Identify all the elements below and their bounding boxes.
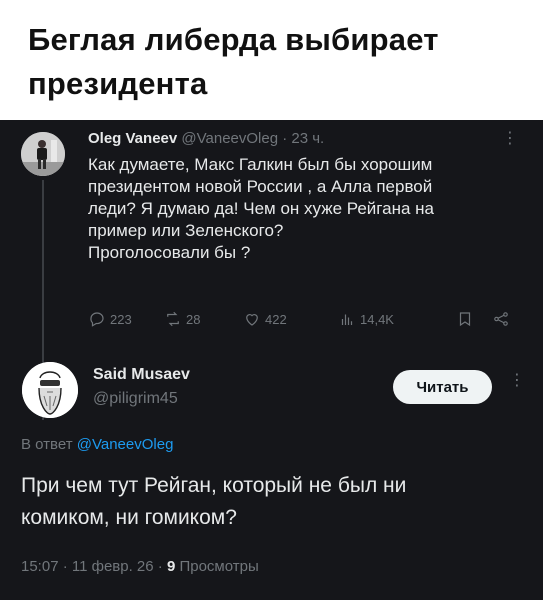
- more-options-icon[interactable]: ⋮: [502, 128, 518, 148]
- like-button[interactable]: 422: [243, 310, 287, 328]
- views-label: Просмотры: [175, 558, 259, 575]
- reply-button[interactable]: 223: [88, 310, 132, 328]
- handle-time[interactable]: @VaneevOleg · 23 ч.: [181, 130, 324, 147]
- caption-title: Беглая либерда выбирает президента: [28, 22, 439, 101]
- bookmark-icon: [459, 312, 471, 327]
- person-photo-icon: [21, 132, 65, 176]
- follow-button[interactable]: Читать: [393, 370, 492, 404]
- handle[interactable]: @piligrim45: [93, 390, 178, 408]
- more-options-icon[interactable]: ⋮: [509, 370, 525, 390]
- repost-button[interactable]: 28: [164, 310, 200, 328]
- tweet-footer: 15:07 · 11 февр. 26 · 9 Просмотры: [21, 558, 259, 575]
- reply-count: 223: [110, 311, 132, 327]
- tweet-thread: Oleg Vaneev @VaneevOleg · 23 ч. ⋮ Как ду…: [0, 120, 543, 600]
- bearded-man-avatar-icon: [22, 362, 78, 418]
- post-caption: Беглая либерда выбирает президента: [0, 0, 543, 120]
- heart-icon: [246, 314, 258, 326]
- reply-handle-link[interactable]: @VaneevOleg: [77, 436, 174, 453]
- display-name[interactable]: Said Musaev: [93, 366, 190, 384]
- repost-count: 28: [186, 311, 201, 327]
- views-count: 14,4K: [360, 311, 394, 327]
- share-icon: [494, 312, 508, 326]
- timestamp[interactable]: 15:07 · 11 февр. 26 ·: [21, 558, 167, 575]
- display-name[interactable]: Oleg Vaneev: [88, 130, 177, 147]
- reply-icon: [90, 312, 104, 327]
- avatar[interactable]: [21, 132, 65, 176]
- avatar[interactable]: [22, 362, 78, 418]
- tweet-text: Как думаете, Макс Галкин был бы хорошим …: [88, 155, 434, 262]
- reply-context: В ответ @VaneevOleg: [21, 436, 173, 453]
- repost-icon: [167, 311, 179, 327]
- analytics-icon: [341, 314, 353, 325]
- bookmark-button[interactable]: [456, 310, 474, 328]
- tweet-text: При чем тут Рейган, который не был ни ко…: [21, 474, 407, 529]
- tweet-actions: 223 28 422 14,4K: [88, 310, 518, 330]
- tweet-header: Oleg Vaneev @VaneevOleg · 23 ч.: [88, 130, 324, 147]
- share-button[interactable]: [492, 310, 510, 328]
- views-button[interactable]: 14,4K: [338, 310, 394, 328]
- like-count: 422: [265, 311, 287, 327]
- reply-prefix: В ответ: [21, 436, 77, 453]
